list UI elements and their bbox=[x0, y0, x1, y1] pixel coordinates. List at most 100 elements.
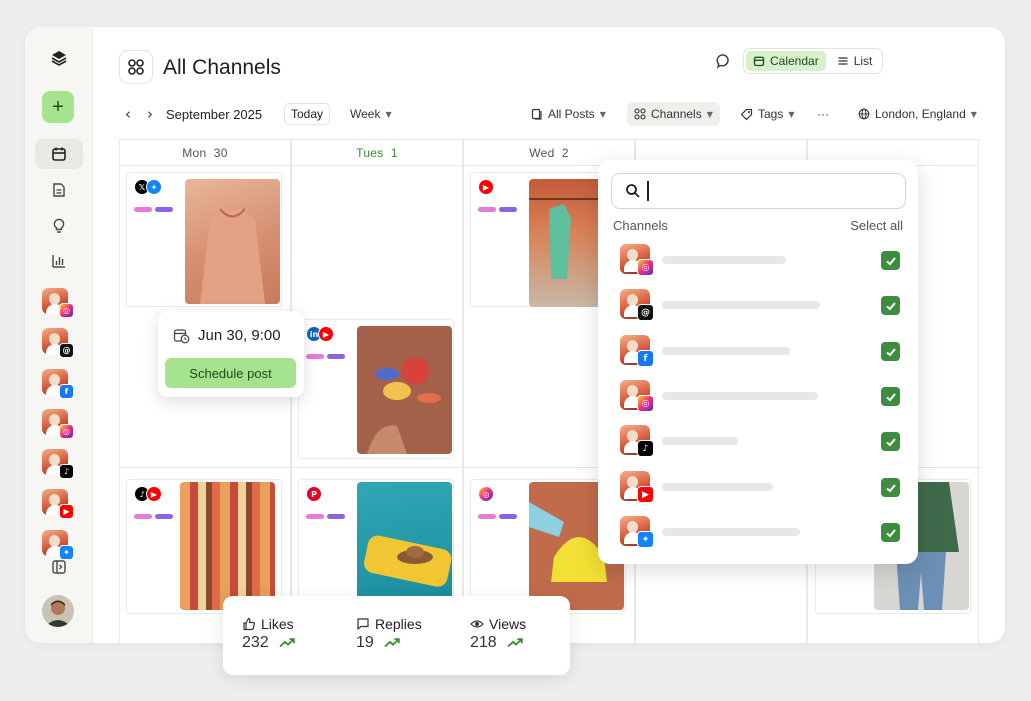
sidebar-channel-facebook[interactable]: f bbox=[42, 369, 74, 399]
channel-option-instagram[interactable]: ◎ bbox=[620, 244, 900, 276]
chevron-down-icon: ▼ bbox=[970, 109, 977, 119]
chevron-down-icon: ▼ bbox=[706, 109, 713, 119]
collapse-sidebar-icon[interactable] bbox=[51, 559, 67, 575]
channel-option-threads[interactable]: @ bbox=[620, 289, 900, 321]
channel-name-placeholder bbox=[662, 437, 738, 445]
channel-name-placeholder bbox=[662, 483, 773, 491]
tiktok-icon: ♪ bbox=[59, 464, 74, 479]
bluesky-icon: ✦ bbox=[637, 531, 654, 548]
channel-search-input[interactable] bbox=[654, 183, 885, 199]
checkbox-checked[interactable] bbox=[881, 523, 900, 542]
all-posts-dropdown[interactable]: All Posts ▼ bbox=[524, 102, 613, 126]
sidebar-channel-tiktok[interactable]: ♪ bbox=[42, 449, 74, 479]
post-image bbox=[357, 482, 452, 610]
post-card[interactable]: ♪ ▶ bbox=[126, 479, 282, 614]
calendar-clock-icon bbox=[173, 329, 190, 344]
more-options-button[interactable]: ··· bbox=[810, 102, 836, 126]
check-icon bbox=[885, 301, 896, 310]
sidebar-channel-instagram[interactable]: ◎ bbox=[42, 288, 74, 318]
bluesky-icon: ✦ bbox=[146, 179, 162, 195]
channel-search-field[interactable] bbox=[611, 173, 906, 209]
check-icon bbox=[885, 528, 896, 537]
check-icon bbox=[885, 483, 896, 492]
views-stat: Views 218 bbox=[470, 616, 526, 652]
channels-grid-icon bbox=[634, 108, 646, 120]
sidebar: + ◎ @ f ◎ ♪ ▶ ✦ bbox=[25, 27, 93, 643]
range-label: Week bbox=[350, 107, 381, 121]
calendar-icon bbox=[753, 56, 765, 67]
instagram-icon: ◎ bbox=[637, 259, 654, 276]
channel-name-placeholder bbox=[662, 256, 786, 264]
check-icon bbox=[885, 392, 896, 401]
sidebar-channel-bluesky[interactable]: ✦ bbox=[42, 530, 74, 560]
channel-option-bluesky[interactable]: ✦ bbox=[620, 516, 900, 548]
channel-name-placeholder bbox=[662, 301, 820, 309]
chevron-down-icon: ▼ bbox=[599, 109, 606, 119]
checkbox-checked[interactable] bbox=[881, 478, 900, 497]
calendar-view-button[interactable]: Calendar bbox=[746, 51, 826, 71]
create-post-button[interactable]: + bbox=[42, 91, 74, 123]
replies-label: Replies bbox=[375, 616, 422, 632]
day-header-today: Tues 1 bbox=[292, 140, 462, 166]
select-all-link[interactable]: Select all bbox=[850, 218, 903, 233]
sidebar-channel-instagram-2[interactable]: ◎ bbox=[42, 409, 74, 439]
sidebar-item-posts[interactable] bbox=[35, 175, 83, 205]
check-icon bbox=[885, 437, 896, 446]
threads-icon: @ bbox=[59, 343, 74, 358]
range-dropdown[interactable]: Week ▼ bbox=[343, 102, 399, 126]
document-icon bbox=[53, 183, 65, 197]
sidebar-channel-threads[interactable]: @ bbox=[42, 328, 74, 358]
next-week-chevron-icon[interactable]: › bbox=[147, 105, 153, 123]
post-card[interactable]: P bbox=[298, 479, 454, 614]
tiktok-icon: ♪ bbox=[637, 440, 654, 457]
sidebar-item-calendar[interactable] bbox=[35, 139, 83, 169]
sidebar-item-ideas[interactable] bbox=[35, 211, 83, 241]
channels-dropdown[interactable]: Channels ▼ bbox=[627, 102, 720, 126]
channel-option-facebook[interactable]: f bbox=[620, 335, 900, 367]
layers-logo-icon[interactable] bbox=[48, 47, 70, 69]
all-posts-label: All Posts bbox=[548, 107, 595, 121]
current-period: September 2025 bbox=[166, 106, 263, 122]
checkbox-checked[interactable] bbox=[881, 387, 900, 406]
channel-name-placeholder bbox=[662, 528, 800, 536]
tags-dropdown[interactable]: Tags ▼ bbox=[733, 102, 802, 126]
schedule-post-button[interactable]: Schedule post bbox=[165, 358, 296, 388]
previous-week-chevron-icon[interactable]: ‹ bbox=[125, 105, 131, 123]
timezone-dropdown[interactable]: London, England ▼ bbox=[851, 102, 984, 126]
post-card[interactable]: in ▶ bbox=[298, 319, 454, 459]
facebook-icon: f bbox=[637, 350, 654, 367]
bluesky-icon: ✦ bbox=[59, 545, 74, 560]
comment-icon[interactable] bbox=[715, 52, 735, 72]
schedule-date: Jun 30, 9:00 bbox=[198, 327, 281, 344]
threads-icon: @ bbox=[637, 304, 654, 321]
check-icon bbox=[885, 256, 896, 265]
eye-icon bbox=[470, 620, 484, 628]
view-toggle: Calendar List bbox=[743, 48, 883, 74]
user-avatar[interactable] bbox=[42, 595, 74, 627]
checkbox-checked[interactable] bbox=[881, 342, 900, 361]
comment-icon bbox=[357, 618, 369, 631]
checkbox-checked[interactable] bbox=[881, 432, 900, 451]
channel-option-instagram-2[interactable]: ◎ bbox=[620, 380, 900, 412]
youtube-icon: ▶ bbox=[478, 179, 494, 195]
post-image bbox=[357, 326, 452, 454]
today-button[interactable]: Today bbox=[284, 103, 331, 125]
checkbox-checked[interactable] bbox=[881, 251, 900, 270]
channels-label: Channels bbox=[651, 107, 702, 121]
youtube-icon: ▶ bbox=[59, 504, 74, 519]
views-value: 218 bbox=[470, 634, 497, 651]
calendar-view-label: Calendar bbox=[770, 54, 819, 68]
text-cursor bbox=[647, 181, 649, 201]
channel-option-tiktok[interactable]: ♪ bbox=[620, 425, 900, 457]
sidebar-channel-youtube[interactable]: ▶ bbox=[42, 489, 74, 519]
sidebar-item-analytics[interactable] bbox=[35, 246, 83, 276]
channel-option-youtube[interactable]: ▶ bbox=[620, 471, 900, 503]
post-stats-card: Likes 232 Replies 19 Views 218 bbox=[223, 596, 570, 675]
day-header: Mon 30 bbox=[120, 140, 290, 166]
app-window: + ◎ @ f ◎ ♪ ▶ ✦ All Channels Calendar Li… bbox=[25, 27, 1005, 643]
list-view-button[interactable]: List bbox=[830, 51, 880, 71]
post-card[interactable]: 𝕏 ✦ bbox=[126, 172, 282, 307]
tag-icon bbox=[740, 108, 753, 120]
checkbox-checked[interactable] bbox=[881, 296, 900, 315]
youtube-icon: ▶ bbox=[637, 486, 654, 503]
